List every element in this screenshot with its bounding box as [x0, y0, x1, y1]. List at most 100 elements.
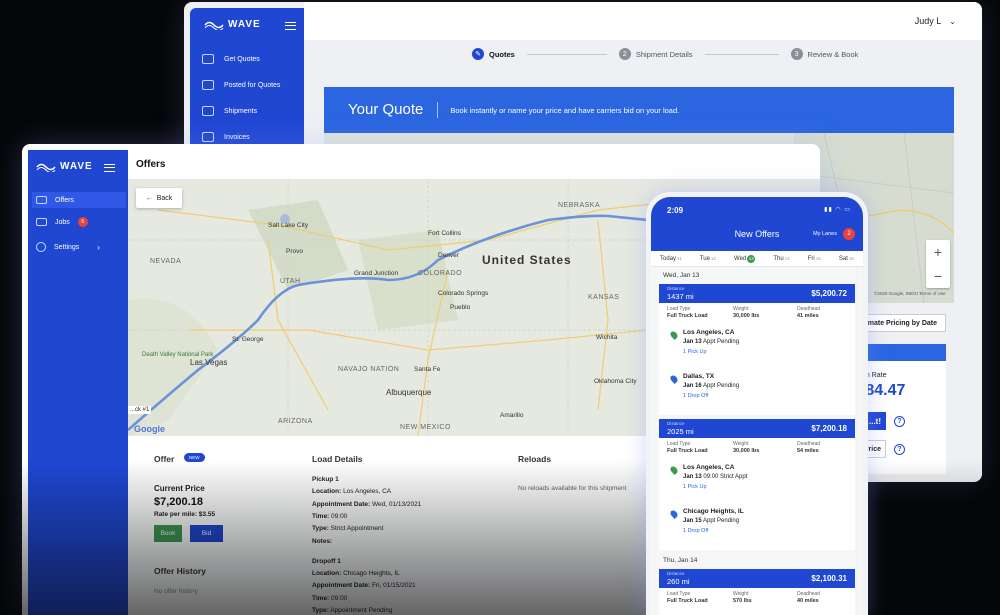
offer-card[interactable]: Load Type Full Truck Load Weight 570 lbs Dea… [659, 588, 855, 615]
map-label-city: Denver [438, 252, 459, 259]
load-detail-label: Dropoff 1 [312, 557, 341, 565]
step-shipment-details[interactable]: 2 Shipment Details [618, 48, 693, 60]
load-detail-value: Los Angeles, CA [343, 488, 392, 496]
load-detail-value: Strict Appointment [330, 525, 384, 533]
wave-logo-icon [204, 21, 224, 30]
back-button[interactable]: ← Back [136, 188, 182, 208]
offer-heading: Offer [154, 454, 175, 464]
chevron-down-icon: ⌄ [949, 17, 956, 26]
stop-count-link[interactable]: 1 Pick Up [683, 484, 707, 490]
step-divider [526, 53, 607, 55]
sidebar-item-jobs[interactable]: Jobs 6 [36, 217, 126, 227]
offer-card-header[interactable]: Distance 1437 mi $5,200.72 [659, 284, 855, 303]
offer-card-header[interactable]: Distance 2025 mi $7,200.18 [659, 419, 855, 438]
stop-date: Jan 16 [683, 383, 702, 389]
load-detail-line: Location: Chicago Heights, IL [312, 570, 400, 577]
meta-value: Full Truck Load [667, 448, 708, 454]
zoom-controls[interactable]: + − [926, 240, 950, 288]
distance-label: Distance [667, 571, 685, 576]
meta-value: Full Truck Load [667, 598, 708, 604]
stop-count-link[interactable]: 1 Pick Up [683, 349, 707, 355]
meta-value: 54 miles [797, 448, 819, 454]
menu-icon[interactable] [104, 164, 115, 172]
meta-value: 30,000 lbs [733, 448, 760, 454]
help-icon[interactable]: ? [894, 444, 905, 455]
sidebar-item-shipments[interactable]: Shipments [202, 106, 257, 116]
load-detail-value: Chicago Heights, IL [343, 570, 400, 578]
bid-button[interactable]: Bid [190, 525, 223, 542]
load-detail-value: Fri, 01/15/2021 [371, 582, 416, 590]
sidebar-item-get-quotes[interactable]: Get Quotes [202, 54, 260, 64]
top-bar: Offers [128, 150, 820, 180]
map-label-city: St. George [232, 336, 264, 343]
offer-card-header[interactable]: Distance 260 mi $2,100.31 [659, 569, 855, 588]
lanes-count-badge: 2 [843, 228, 855, 240]
meta-label: Deadhead [797, 591, 821, 597]
stop-date: Jan 15 [683, 518, 702, 524]
meta-label: Weight [733, 441, 749, 447]
day-number: 12 [710, 255, 716, 261]
location-pin-icon [669, 330, 679, 340]
user-menu[interactable]: Judy L ⌄ [915, 16, 956, 26]
day-name: Fri [807, 255, 815, 262]
offer-rate: $5,200.72 [811, 289, 847, 298]
zoom-in-icon[interactable]: + [926, 240, 950, 264]
mobile-header: 2:09 ▮▮ ◠ ▭ New Offers My Lanes 2 [651, 197, 863, 251]
load-detail-line: Type: Appointment Pending [312, 607, 392, 614]
load-detail-line: Time: 09:00 [312, 595, 347, 602]
sidebar-item-posted-for-quotes[interactable]: Posted for Quotes [202, 80, 280, 90]
load-detail-label: Time: [312, 512, 330, 520]
load-detail-line: Appointment Date: Fri, 01/15/2021 [312, 582, 416, 589]
load-detail-value: 09:00 [331, 512, 348, 520]
date-header: Thu, Jan 14 [663, 557, 698, 564]
map-label-city: Oklahoma City [594, 378, 637, 385]
wave-logo-icon [36, 163, 56, 172]
user-name: Judy L [914, 16, 942, 26]
sidebar-item-label: Invoices [224, 133, 250, 141]
sidebar-item-label: Shipments [224, 107, 258, 115]
day-tab[interactable]: Tue12 [700, 256, 716, 262]
stop-appointment: Jan 15 Appt Pending [683, 518, 739, 524]
sidebar-item-offers[interactable]: Offers [32, 192, 126, 208]
my-lanes-link[interactable]: My Lanes [813, 231, 837, 237]
book-button[interactable]: Book [154, 525, 182, 542]
day-tab[interactable]: Sat16 [839, 256, 854, 262]
meta-label: Load Type [667, 441, 691, 447]
day-tab[interactable]: Thu14 [773, 256, 789, 262]
help-icon[interactable]: ? [894, 416, 905, 427]
pencil-icon: ✎ [472, 48, 484, 60]
day-tab[interactable]: Today11 [660, 256, 682, 262]
chevron-right-icon: › [97, 242, 100, 252]
sidebar-item-settings[interactable]: Settings › [36, 242, 126, 252]
stop-count-link[interactable]: 1 Drop Off [683, 528, 708, 534]
handshake-icon [36, 196, 47, 204]
zoom-out-icon[interactable]: − [926, 264, 950, 288]
map-label-park: Death Valley National Park [142, 352, 214, 358]
step-quotes[interactable]: ✎ Quotes [472, 48, 515, 60]
sidebar-item-invoices[interactable]: Invoices [202, 132, 250, 142]
offer-history-heading: Offer History [154, 566, 206, 576]
meta-label: Weight [733, 306, 749, 312]
brand-name: WAVE [60, 161, 93, 172]
meta-label: Deadhead [797, 441, 821, 447]
stop-appointment: Jan 16 Appt Pending [683, 383, 739, 389]
offer-card[interactable]: Load Type Full Truck Load Weight 30,000 lbs… [659, 438, 855, 550]
load-detail-line: Dropoff 1 [312, 558, 341, 565]
wave-logo: WAVE [36, 161, 93, 172]
load-detail-line: Appointment Date: Wed, 01/13/2021 [312, 501, 421, 508]
day-tab[interactable]: Wed 13 [734, 254, 756, 263]
map-label-state: NEBRASKA [558, 202, 601, 209]
offer-card[interactable]: Load Type Full Truck Load Weight 30,000 lbs… [659, 303, 855, 415]
offer-rate: $7,200.18 [811, 424, 847, 433]
menu-icon[interactable] [285, 22, 296, 30]
location-pin-icon [669, 465, 679, 475]
stop-city: Dallas, TX [683, 373, 715, 380]
location-pin-icon [669, 374, 679, 384]
meta-value: 41 miles [797, 313, 819, 319]
step-review-book[interactable]: 3 Review & Book [790, 48, 858, 60]
step-number: 3 [790, 48, 803, 60]
day-tab[interactable]: Fri15 [808, 256, 821, 262]
stop-count-link[interactable]: 1 Drop Off [683, 393, 708, 399]
wave-logo: WAVE [204, 19, 261, 30]
map-label-city: Santa Fe [414, 366, 441, 373]
